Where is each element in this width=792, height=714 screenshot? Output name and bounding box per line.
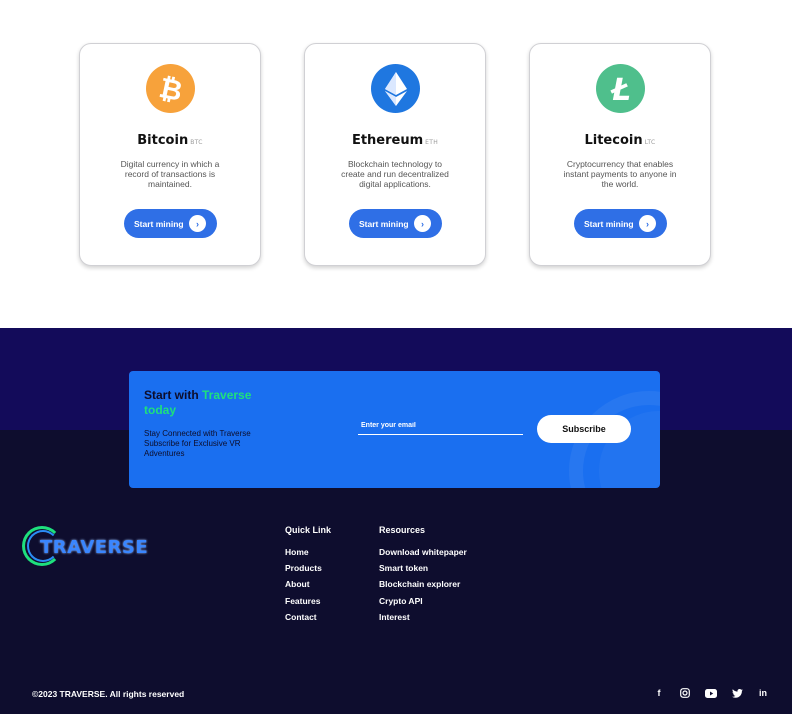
footer-link-home[interactable]: Home xyxy=(285,547,331,563)
newsletter-title: Start with Traverse today xyxy=(144,388,252,417)
coin-cards-section: ₿ Bitcoin BTC Digital currency in which a… xyxy=(0,0,792,328)
footer-link-smart-token[interactable]: Smart token xyxy=(379,563,467,579)
coin-symbol: BTC xyxy=(190,139,203,146)
footer-link-crypto-api[interactable]: Crypto API xyxy=(379,596,467,612)
resources-column: Resources Download whitepaper Smart toke… xyxy=(379,525,467,628)
bitcoin-icon: ₿ xyxy=(146,64,195,113)
ethereum-icon xyxy=(371,64,420,113)
youtube-icon[interactable] xyxy=(698,686,724,700)
start-mining-button[interactable]: Start mining › xyxy=(349,209,442,238)
start-mining-label: Start mining xyxy=(134,218,184,229)
footer-link-features[interactable]: Features xyxy=(285,596,331,612)
coin-description: Blockchain technology to create and run … xyxy=(341,159,449,189)
coin-description: Digital currency in which a record of tr… xyxy=(120,159,220,189)
litecoin-card: Ł Litecoin LTC Cryptocurrency that enable… xyxy=(529,43,711,266)
ethereum-card: Ethereum ETH Blockchain technology to cre… xyxy=(304,43,486,266)
quick-link-heading: Quick Link xyxy=(285,525,332,535)
chevron-right-icon: › xyxy=(414,215,431,232)
facebook-icon[interactable]: f xyxy=(646,686,672,700)
social-links: f in xyxy=(646,686,776,700)
twitter-icon[interactable] xyxy=(724,686,750,700)
footer-link-blockchain-explorer[interactable]: Blockchain explorer xyxy=(379,579,467,595)
coin-name: Ethereum ETH xyxy=(351,133,439,148)
traverse-logo[interactable]: TRAVERSE xyxy=(22,524,152,566)
bitcoin-card: ₿ Bitcoin BTC Digital currency in which a… xyxy=(79,43,261,266)
svg-text:₿: ₿ xyxy=(157,73,185,105)
svg-text:Ł: Ł xyxy=(610,73,631,105)
chevron-right-icon: › xyxy=(639,215,656,232)
coin-symbol: LTC xyxy=(644,139,656,146)
newsletter-box: Start with Traverse today Stay Connected… xyxy=(129,371,660,488)
footer-link-products[interactable]: Products xyxy=(285,563,331,579)
start-mining-button[interactable]: Start mining › xyxy=(574,209,667,238)
start-mining-label: Start mining xyxy=(359,218,409,229)
footer-link-contact[interactable]: Contact xyxy=(285,612,331,628)
logo-text: TRAVERSE xyxy=(40,537,149,558)
newsletter-subtitle: Stay Connected with Traverse Subscribe f… xyxy=(144,429,251,458)
copyright-text: ©2023 TRAVERSE. All rights reserved xyxy=(32,689,185,699)
coin-symbol: ETH xyxy=(425,139,439,146)
linkedin-icon[interactable]: in xyxy=(750,686,776,700)
instagram-icon[interactable] xyxy=(672,686,698,700)
coin-name: Litecoin LTC xyxy=(584,133,656,148)
litecoin-icon: Ł xyxy=(596,64,645,113)
subscribe-button[interactable]: Subscribe xyxy=(537,415,631,443)
email-input[interactable] xyxy=(358,417,523,435)
resources-heading: Resources xyxy=(379,525,426,535)
start-mining-button[interactable]: Start mining › xyxy=(124,209,217,238)
quick-link-column: Quick Link Home Products About Features … xyxy=(285,525,331,628)
footer-link-whitepaper[interactable]: Download whitepaper xyxy=(379,547,467,563)
footer-link-about[interactable]: About xyxy=(285,579,331,595)
start-mining-label: Start mining xyxy=(584,218,634,229)
site-footer: Start with Traverse today Stay Connected… xyxy=(0,328,792,714)
coin-description: Cryptocurrency that enables instant paym… xyxy=(563,159,677,189)
footer-link-interest[interactable]: Interest xyxy=(379,612,467,628)
chevron-right-icon: › xyxy=(189,215,206,232)
coin-name: Bitcoin BTC xyxy=(137,133,203,148)
